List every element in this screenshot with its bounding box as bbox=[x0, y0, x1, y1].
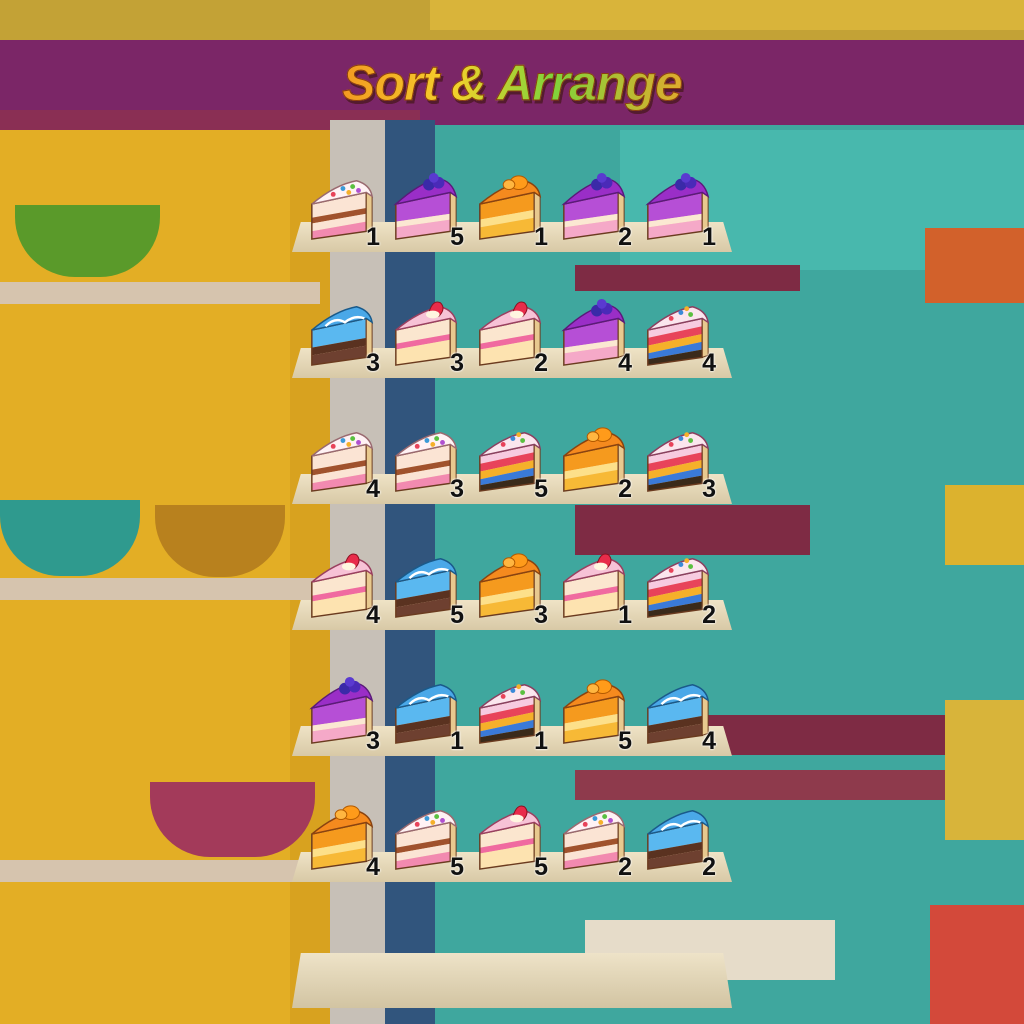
cake-count: 3 bbox=[702, 475, 716, 503]
cake-count: 2 bbox=[702, 853, 716, 881]
cake-tile[interactable]: 5 bbox=[390, 800, 466, 881]
cake-tile[interactable]: 2 bbox=[558, 800, 634, 881]
cake-tile[interactable]: 2 bbox=[558, 422, 634, 503]
shelf-row[interactable]: 3 1 1 5 4 bbox=[292, 676, 732, 756]
bg-top-band-right bbox=[430, 0, 1024, 30]
cake-count: 4 bbox=[618, 349, 632, 377]
cake-tile[interactable]: 1 bbox=[642, 170, 718, 251]
bg-yellow-box bbox=[945, 485, 1024, 565]
shelf-row[interactable]: 4 5 5 2 2 bbox=[292, 805, 732, 882]
cake-count: 5 bbox=[534, 853, 548, 881]
cake-tile[interactable]: 3 bbox=[390, 296, 466, 377]
bg-left-shelf bbox=[0, 860, 320, 882]
bg-left-shelf bbox=[0, 282, 320, 304]
cake-tile[interactable]: 2 bbox=[558, 170, 634, 251]
cake-count: 4 bbox=[702, 349, 716, 377]
cake-count: 3 bbox=[450, 475, 464, 503]
cake-count: 5 bbox=[534, 475, 548, 503]
cake-count: 4 bbox=[366, 475, 380, 503]
cake-tile[interactable]: 3 bbox=[390, 422, 466, 503]
cake-count: 4 bbox=[366, 853, 380, 881]
cake-tile[interactable]: 5 bbox=[558, 674, 634, 755]
cake-count: 2 bbox=[618, 475, 632, 503]
cake-count: 3 bbox=[366, 349, 380, 377]
cake-count: 2 bbox=[702, 601, 716, 629]
cake-tile[interactable]: 1 bbox=[306, 170, 382, 251]
bg-orange-box bbox=[925, 228, 1024, 303]
cake-tile[interactable]: 4 bbox=[306, 422, 382, 503]
cake-count: 1 bbox=[450, 727, 464, 755]
cake-count: 2 bbox=[534, 349, 548, 377]
cake-tile[interactable]: 4 bbox=[306, 548, 382, 629]
cake-count: 1 bbox=[534, 223, 548, 251]
cake-count: 5 bbox=[450, 223, 464, 251]
shelf-row[interactable]: 1 5 1 2 1 bbox=[292, 172, 732, 252]
cake-tile[interactable]: 3 bbox=[306, 674, 382, 755]
cake-count: 5 bbox=[450, 853, 464, 881]
shelf-row[interactable]: 4 5 3 1 2 bbox=[292, 553, 732, 630]
cake-count: 3 bbox=[534, 601, 548, 629]
empty-shelf[interactable] bbox=[292, 953, 732, 1008]
cake-count: 5 bbox=[450, 601, 464, 629]
cake-count: 4 bbox=[702, 727, 716, 755]
cake-tile[interactable]: 5 bbox=[474, 800, 550, 881]
cake-count: 4 bbox=[366, 601, 380, 629]
cake-tile[interactable]: 4 bbox=[558, 296, 634, 377]
cake-tile[interactable]: 1 bbox=[558, 548, 634, 629]
cake-tile[interactable]: 3 bbox=[306, 296, 382, 377]
cake-count: 3 bbox=[450, 349, 464, 377]
shelf-row[interactable]: 4 3 5 2 3 bbox=[292, 427, 732, 504]
cake-tile[interactable]: 1 bbox=[474, 170, 550, 251]
cake-tile[interactable]: 5 bbox=[474, 422, 550, 503]
bg-right-shelf bbox=[700, 715, 945, 755]
shelf-row[interactable]: 3 3 2 4 4 bbox=[292, 298, 732, 378]
bg-red-block bbox=[930, 905, 1024, 1024]
bg-yellow-box bbox=[945, 700, 1024, 840]
cake-tile[interactable]: 2 bbox=[474, 296, 550, 377]
cake-count: 1 bbox=[618, 601, 632, 629]
cake-tile[interactable]: 3 bbox=[474, 548, 550, 629]
cake-tile[interactable]: 1 bbox=[390, 674, 466, 755]
cake-count: 1 bbox=[534, 727, 548, 755]
cake-tile[interactable]: 4 bbox=[306, 800, 382, 881]
game-title: Sort & Arrange bbox=[312, 54, 712, 112]
cake-tile[interactable]: 3 bbox=[642, 422, 718, 503]
cake-count: 2 bbox=[618, 223, 632, 251]
bg-right-shelf bbox=[575, 770, 945, 800]
cake-count: 1 bbox=[366, 223, 380, 251]
cake-tile[interactable]: 2 bbox=[642, 800, 718, 881]
cake-tile[interactable]: 5 bbox=[390, 170, 466, 251]
cake-count: 5 bbox=[618, 727, 632, 755]
cake-count: 1 bbox=[702, 223, 716, 251]
cake-tile[interactable]: 4 bbox=[642, 296, 718, 377]
cake-count: 3 bbox=[366, 727, 380, 755]
cake-tile[interactable]: 5 bbox=[390, 548, 466, 629]
cake-tile[interactable]: 1 bbox=[474, 674, 550, 755]
bg-right-shelf bbox=[575, 265, 800, 291]
cake-tile[interactable]: 2 bbox=[642, 548, 718, 629]
cake-count: 2 bbox=[618, 853, 632, 881]
cake-tile[interactable]: 4 bbox=[642, 674, 718, 755]
bg-left-shelf bbox=[0, 578, 320, 600]
